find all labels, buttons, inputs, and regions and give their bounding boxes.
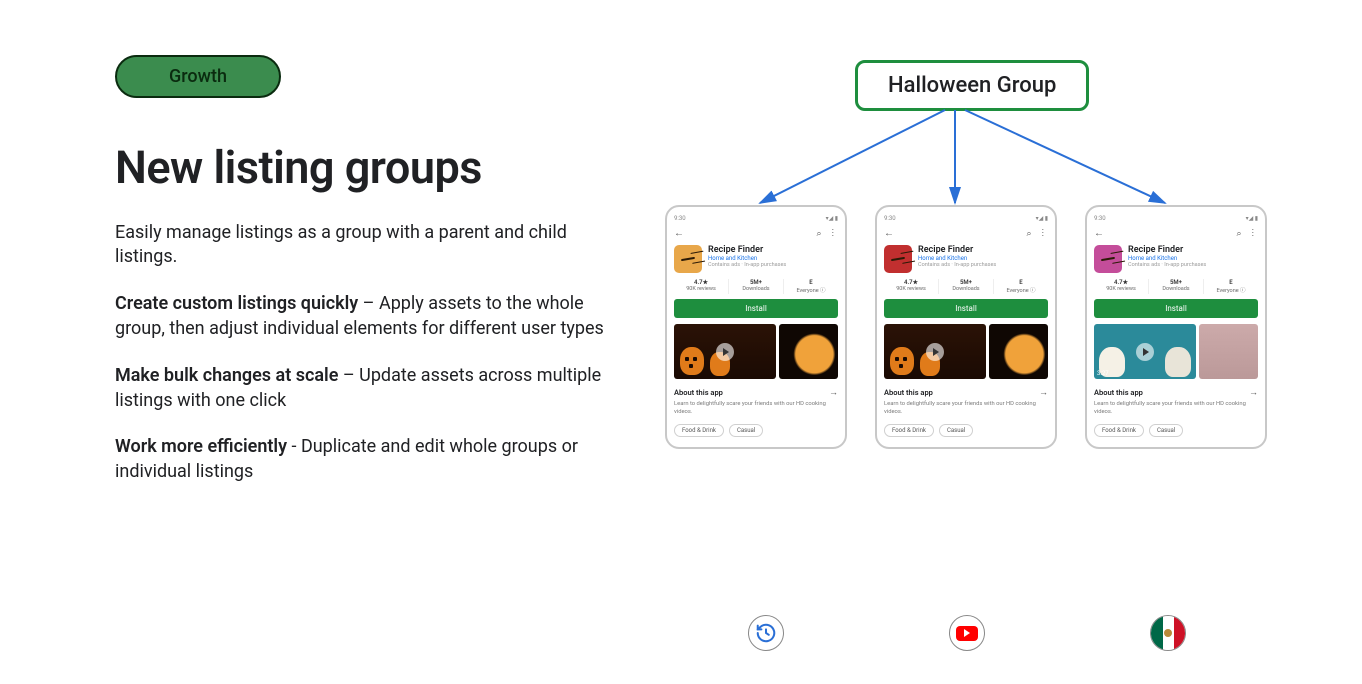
media-screenshot[interactable] [779,324,838,379]
search-icon[interactable]: ⌕ [1026,229,1035,239]
category-pill: Growth [115,55,281,98]
history-icon [748,615,784,651]
app-subinfo: Contains ads · In-app purchases [1128,262,1206,268]
app-name: Recipe Finder [1128,245,1206,255]
about-arrow-icon[interactable]: → [1039,387,1048,398]
app-subinfo: Contains ads · In-app purchases [918,262,996,268]
app-name: Recipe Finder [708,245,786,255]
about-text: Learn to delightfully scare your friends… [1094,401,1258,416]
about-text: Learn to delightfully scare your friends… [674,401,838,416]
back-icon[interactable]: ← [674,228,684,239]
install-button[interactable]: Install [884,299,1048,318]
parent-group-label: Halloween Group [855,60,1089,111]
about-title: About this app [674,388,723,397]
bullet-2: Make bulk changes at scale – Update asse… [115,364,625,414]
install-button[interactable]: Install [1094,299,1258,318]
install-button[interactable]: Install [674,299,838,318]
tag-chip[interactable]: Casual [729,424,763,437]
media-video[interactable]: 3:27 [1094,324,1196,379]
about-arrow-icon[interactable]: → [829,387,838,398]
slide-description: Easily manage listings as a group with a… [115,221,625,271]
more-icon[interactable]: ⋮ [832,229,838,239]
bullet-3-title: Work more efficiently [115,436,287,457]
status-icons: ▾◢ ▮ [1246,215,1258,222]
media-screenshot[interactable] [989,324,1048,379]
tag-chip[interactable]: Casual [1149,424,1183,437]
play-icon[interactable] [1136,343,1154,361]
app-subinfo: Contains ads · In-app purchases [708,262,786,268]
app-category: Home and Kitchen [918,255,996,262]
media-video[interactable] [884,324,986,379]
about-arrow-icon[interactable]: → [1249,387,1258,398]
app-name: Recipe Finder [918,245,996,255]
bullet-2-title: Make bulk changes at scale [115,365,338,386]
about-text: Learn to delightfully scare your friends… [884,401,1048,416]
back-icon[interactable]: ← [884,228,894,239]
media-screenshot[interactable] [1199,324,1258,379]
search-icon[interactable]: ⌕ [816,229,825,239]
status-time: 9:30 [884,215,896,222]
phone-mockup: 9:30 ▾◢ ▮ ← ⌕ ⋮ Recipe Finder Home and Ki… [665,205,847,449]
status-time: 9:30 [1094,215,1106,222]
media-video[interactable] [674,324,776,379]
app-category: Home and Kitchen [708,255,786,262]
status-icons: ▾◢ ▮ [1036,215,1048,222]
status-icons: ▾◢ ▮ [826,215,838,222]
more-icon[interactable]: ⋮ [1252,229,1258,239]
app-category: Home and Kitchen [1128,255,1206,262]
app-icon [884,245,912,273]
mexico-flag-icon [1150,615,1186,651]
slide-heading: New listing groups [115,143,625,193]
app-stats: 4.7★90K reviews 5M+Downloads EEveryone ⓘ [674,279,838,294]
bullet-1-title: Create custom listings quickly [115,293,358,314]
app-icon [674,245,702,273]
media-carousel[interactable]: 3:27 [1094,324,1258,379]
app-stats: 4.7★90K reviews 5M+Downloads EEveryone ⓘ [1094,279,1258,294]
bullet-1: Create custom listings quickly – Apply a… [115,292,625,342]
bullet-3: Work more efficiently - Duplicate and ed… [115,435,625,485]
status-time: 9:30 [674,215,686,222]
tag-chip[interactable]: Casual [939,424,973,437]
back-icon[interactable]: ← [1094,228,1104,239]
search-icon[interactable]: ⌕ [1236,229,1245,239]
phone-mockup: 9:30 ▾◢ ▮ ← ⌕ ⋮ Recipe Finder Home and Ki… [1085,205,1267,449]
play-icon[interactable] [926,343,944,361]
tag-chip[interactable]: Food & Drink [1094,424,1144,437]
app-icon [1094,245,1122,273]
tag-chip[interactable]: Food & Drink [674,424,724,437]
phone-mockup: 9:30 ▾◢ ▮ ← ⌕ ⋮ Recipe Finder Home and Ki… [875,205,1057,449]
about-title: About this app [1094,388,1143,397]
app-stats: 4.7★90K reviews 5M+Downloads EEveryone ⓘ [884,279,1048,294]
tag-chip[interactable]: Food & Drink [884,424,934,437]
more-icon[interactable]: ⋮ [1042,229,1048,239]
play-icon[interactable] [716,343,734,361]
media-carousel[interactable] [674,324,838,379]
media-carousel[interactable] [884,324,1048,379]
about-title: About this app [884,388,933,397]
youtube-icon [949,615,985,651]
